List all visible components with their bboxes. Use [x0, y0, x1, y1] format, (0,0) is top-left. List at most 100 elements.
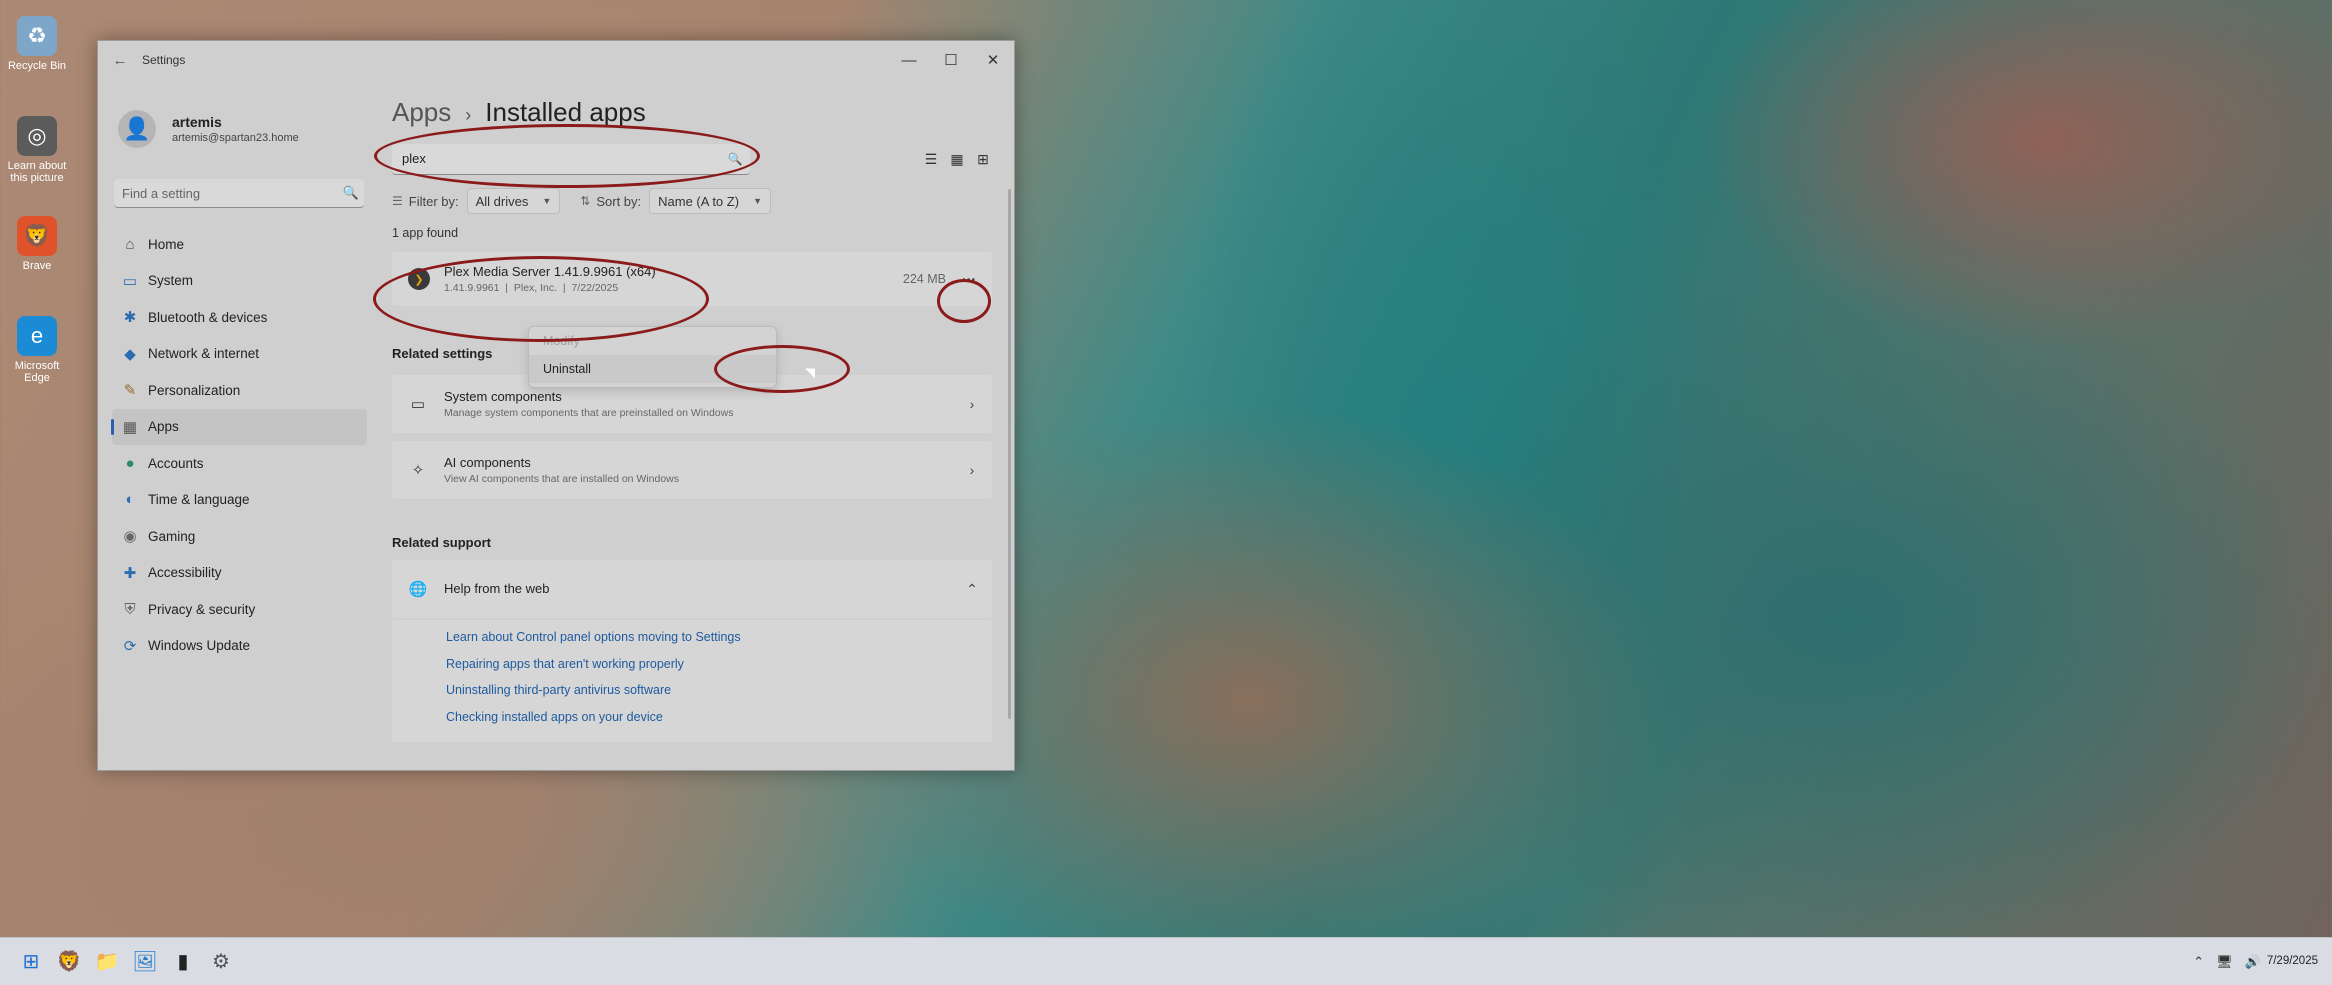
tray-chevron-icon[interactable]: ⌃ [2193, 954, 2204, 970]
edge-icon: e [17, 316, 57, 356]
network-icon[interactable]: 🖥 [2216, 954, 2233, 970]
start-icon[interactable]: ⊞ [12, 943, 50, 981]
related-setting-card[interactable]: ✧ AI components View AI components that ar… [392, 441, 992, 499]
sidebar-item-home[interactable]: ⌂ Home [112, 226, 367, 263]
sidebar-item-label: Bluetooth & devices [148, 309, 268, 325]
help-link[interactable]: Uninstalling third-party antivirus softw… [446, 683, 992, 710]
search-icon: 🔍 [342, 185, 360, 200]
modify-menu-item[interactable]: Modify [529, 327, 776, 355]
sidebar-item-label: Personalization [148, 382, 241, 398]
chevron-right-icon: › [969, 462, 975, 478]
sidebar-item-gaming[interactable]: ◉ Gaming [112, 518, 367, 555]
filter-label: Filter by: [408, 193, 459, 209]
help-from-web-title: Help from the web [444, 581, 550, 596]
update-icon: ⟳ [123, 637, 137, 655]
app-publisher: Plex, Inc. [513, 282, 558, 294]
find-setting-placeholder: Find a setting [122, 185, 201, 201]
system-tray: ⌃ 🖥 🔊 7/29/2025 [2187, 954, 2318, 970]
help-link[interactable]: Repairing apps that aren't working prope… [446, 657, 992, 684]
desktop-icon[interactable]: ♻ Recycle Bin [6, 10, 68, 110]
tile-view-icon[interactable]: ⊞ [970, 146, 996, 172]
settings-taskbar-icon[interactable]: ⚙ [202, 943, 240, 981]
sidebar-item-label: Apps [148, 419, 179, 435]
close-button[interactable]: ✕ [972, 51, 1014, 69]
desktop-icon[interactable]: ◎ Learn about this picture [6, 110, 68, 210]
user-profile[interactable]: 👤 artemis artemis@spartan23.home [98, 79, 373, 159]
system-icon: ▭ [122, 272, 138, 290]
sidebar-item-label: Accessibility [148, 565, 222, 581]
app-search-value: plex [402, 151, 426, 166]
card-title: System components [444, 389, 562, 404]
app-context-menu: Modify Uninstall [528, 326, 777, 388]
desktop-icon[interactable]: 🦁 Brave [6, 210, 68, 310]
sidebar-item-accessibility[interactable]: ✚ Accessibility [112, 555, 367, 592]
photos-icon[interactable]: 🖼 [126, 943, 164, 981]
page-title: Installed apps [485, 97, 646, 127]
main-content: Apps › Installed apps plex 🔍 ☰ ▦ ⊞ ☰ Fil… [392, 79, 1002, 770]
desktop-icon-label: Learn about this picture [7, 160, 67, 184]
app-install-date: 7/22/2025 [571, 282, 619, 294]
avatar: 👤 [118, 110, 156, 148]
sidebar-item-system[interactable]: ▭ System [112, 263, 367, 300]
chevron-down-icon: ▼ [542, 196, 552, 206]
bluetooth-icon: ✱ [123, 309, 137, 327]
accounts-icon: ● [125, 454, 135, 472]
uninstall-menu-item[interactable]: Uninstall [529, 355, 776, 383]
grid-view-icon[interactable]: ▦ [944, 146, 970, 172]
app-row-plex[interactable]: ❯ Plex Media Server 1.41.9.9961 (x64) 1.… [392, 252, 992, 306]
sidebar-item-personalization[interactable]: ✎ Personalization [112, 372, 367, 409]
sidebar-item-label: Network & internet [148, 346, 260, 362]
app-size: 224 MB [902, 272, 946, 286]
clock[interactable]: 7/29/2025 [2267, 954, 2318, 969]
help-from-web-expander[interactable]: 🌐 Help from the web ⌃ [392, 560, 992, 618]
sidebar-item-privacy[interactable]: ⛨ Privacy & security [112, 591, 367, 628]
back-arrow-icon[interactable]: ← [98, 52, 142, 69]
content-scrollbar[interactable] [1008, 189, 1011, 719]
filter-dropdown[interactable]: All drives ▼ [466, 188, 561, 214]
help-link[interactable]: Checking installed apps on your device [446, 710, 992, 737]
volume-icon[interactable]: 🔊 [2245, 954, 2261, 970]
sidebar-nav: ⌂ Home ▭ System ✱ Bluetooth & devices ◆ Network… [98, 226, 373, 664]
terminal-icon[interactable]: ▮ [164, 943, 202, 981]
breadcrumb: Apps › Installed apps [392, 97, 1002, 128]
list-view-icon[interactable]: ☰ [918, 146, 944, 172]
sort-dropdown[interactable]: Name (A to Z) ▼ [649, 188, 771, 214]
window-title: Settings [142, 53, 186, 67]
sidebar-item-label: Windows Update [148, 638, 251, 654]
component-icon: ▭ [410, 396, 426, 413]
time-icon: ◐ [125, 491, 135, 509]
apps-icon: ▦ [122, 418, 138, 436]
sort-label: Sort by: [596, 193, 642, 209]
sidebar-item-accounts[interactable]: ● Accounts [112, 445, 367, 482]
sidebar-item-update[interactable]: ⟳ Windows Update [112, 628, 367, 665]
app-search-input[interactable]: plex 🔍 [392, 143, 750, 175]
card-title: AI components [444, 455, 531, 470]
sidebar-item-label: Gaming [148, 528, 196, 544]
sidebar-item-network[interactable]: ◆ Network & internet [112, 336, 367, 373]
help-link[interactable]: Learn about Control panel options moving… [446, 630, 992, 657]
maximize-button[interactable]: ☐ [930, 51, 972, 69]
clock-date: 7/29/2025 [2266, 955, 2318, 967]
breadcrumb-apps[interactable]: Apps [392, 97, 451, 128]
sidebar-item-apps[interactable]: ▦ Apps [111, 408, 367, 445]
sidebar-item-time[interactable]: ◐ Time & language [112, 482, 367, 519]
chevron-down-icon: ▼ [753, 196, 762, 206]
sidebar-item-label: Home [148, 236, 185, 252]
home-icon: ⌂ [125, 235, 135, 253]
desktop-icon-label: Brave [22, 260, 52, 272]
brave-taskbar-icon[interactable]: 🦁 [50, 943, 88, 981]
sidebar-item-label: Accounts [148, 455, 204, 471]
sort-value: Name (A to Z) [658, 193, 740, 209]
network-icon: ◆ [124, 345, 136, 363]
more-options-button[interactable]: ··· [954, 264, 984, 294]
minimize-button[interactable]: — [888, 52, 930, 69]
desktop-icon[interactable]: e Microsoft Edge [6, 310, 68, 410]
accessibility-icon: ✚ [123, 564, 137, 582]
recycle-bin-icon: ♻ [17, 16, 57, 56]
filter-icon: ☰ [392, 194, 403, 208]
learn-about-picture-icon: ◎ [17, 116, 57, 156]
file-explorer-icon[interactable]: 📁 [88, 943, 126, 981]
find-setting-input[interactable]: Find a setting 🔍 [114, 179, 364, 208]
view-toggle: ☰ ▦ ⊞ [918, 146, 996, 172]
sidebar-item-bluetooth[interactable]: ✱ Bluetooth & devices [112, 299, 367, 336]
